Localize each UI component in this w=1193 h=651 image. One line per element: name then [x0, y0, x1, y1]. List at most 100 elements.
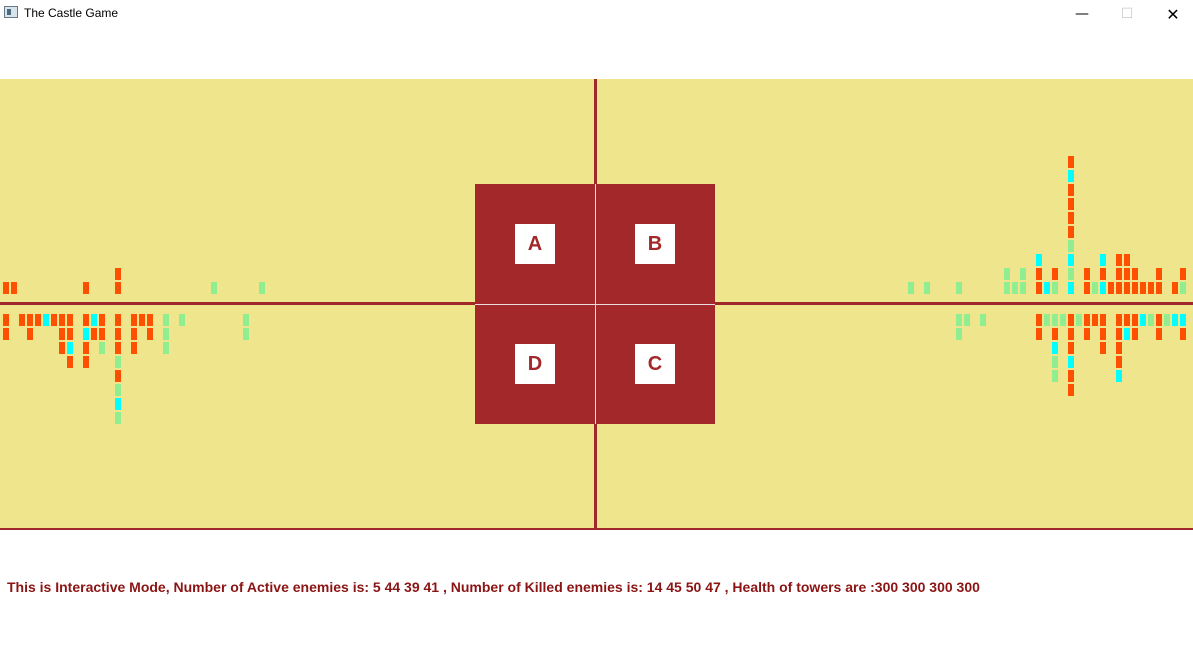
- enemy-unit: [1068, 356, 1074, 368]
- enemy-unit: [1172, 314, 1178, 326]
- enemy-unit: [1116, 314, 1122, 326]
- enemy-unit: [1084, 282, 1090, 294]
- enemy-unit: [1052, 282, 1058, 294]
- enemy-unit: [27, 314, 33, 326]
- enemy-unit: [99, 328, 105, 340]
- enemy-unit: [1148, 282, 1154, 294]
- enemy-unit: [956, 328, 962, 340]
- enemy-unit: [115, 412, 121, 424]
- enemy-unit: [1108, 282, 1114, 294]
- enemy-unit: [179, 314, 185, 326]
- enemy-unit: [1132, 282, 1138, 294]
- enemy-unit: [1124, 254, 1130, 266]
- enemy-unit: [131, 328, 137, 340]
- enemy-unit: [163, 342, 169, 354]
- enemy-unit: [1020, 282, 1026, 294]
- enemy-unit: [83, 314, 89, 326]
- enemy-unit: [1132, 268, 1138, 280]
- enemy-unit: [147, 328, 153, 340]
- enemy-unit: [1068, 156, 1074, 168]
- enemy-unit: [1068, 254, 1074, 266]
- enemy-unit: [67, 342, 73, 354]
- enemy-unit: [83, 282, 89, 294]
- enemy-unit: [1132, 314, 1138, 326]
- enemy-unit: [1068, 282, 1074, 294]
- close-icon: ✕: [1166, 4, 1180, 24]
- minimize-button[interactable]: —: [1059, 0, 1105, 28]
- enemy-unit: [1068, 240, 1074, 252]
- enemy-unit: [1116, 282, 1122, 294]
- enemy-unit: [1004, 268, 1010, 280]
- enemy-unit: [115, 398, 121, 410]
- enemy-unit: [1044, 314, 1050, 326]
- maximize-button[interactable]: ☐: [1104, 0, 1150, 28]
- status-message: This is Interactive Mode, Number of Acti…: [7, 579, 980, 595]
- enemy-unit: [1036, 282, 1042, 294]
- enemy-unit: [59, 328, 65, 340]
- enemy-unit: [1156, 282, 1162, 294]
- enemy-unit: [1020, 268, 1026, 280]
- enemy-unit: [1068, 370, 1074, 382]
- enemy-unit: [91, 314, 97, 326]
- enemy-unit: [67, 314, 73, 326]
- enemy-unit: [83, 328, 89, 340]
- enemy-unit: [1076, 314, 1082, 326]
- enemy-unit: [1036, 328, 1042, 340]
- enemy-unit: [59, 342, 65, 354]
- tower-b[interactable]: B: [635, 224, 675, 264]
- enemy-unit: [1100, 314, 1106, 326]
- enemy-unit: [1036, 254, 1042, 266]
- enemy-unit: [1156, 328, 1162, 340]
- enemy-unit: [243, 314, 249, 326]
- enemy-unit: [1052, 342, 1058, 354]
- enemy-unit: [1068, 170, 1074, 182]
- enemy-unit: [1124, 314, 1130, 326]
- enemy-unit: [1068, 314, 1074, 326]
- enemy-unit: [59, 314, 65, 326]
- enemy-unit: [1084, 268, 1090, 280]
- tower-a[interactable]: A: [515, 224, 555, 264]
- enemy-unit: [1116, 370, 1122, 382]
- enemy-unit: [3, 314, 9, 326]
- enemy-unit: [1140, 282, 1146, 294]
- enemy-unit: [964, 314, 970, 326]
- enemy-unit: [99, 342, 105, 354]
- enemy-unit: [1116, 328, 1122, 340]
- enemy-unit: [11, 282, 17, 294]
- enemy-unit: [1068, 268, 1074, 280]
- enemy-unit: [115, 268, 121, 280]
- enemy-unit: [956, 314, 962, 326]
- enemy-unit: [1044, 282, 1050, 294]
- enemy-unit: [1084, 314, 1090, 326]
- enemy-unit: [115, 370, 121, 382]
- enemy-unit: [131, 342, 137, 354]
- enemy-unit: [3, 328, 9, 340]
- enemy-unit: [1116, 254, 1122, 266]
- enemy-unit: [1140, 314, 1146, 326]
- maximize-icon: ☐: [1120, 6, 1134, 22]
- enemy-unit: [1068, 342, 1074, 354]
- enemy-unit: [115, 282, 121, 294]
- enemy-unit: [35, 314, 41, 326]
- castle: A B C D: [475, 184, 715, 424]
- enemy-unit: [211, 282, 217, 294]
- enemy-unit: [115, 314, 121, 326]
- enemy-unit: [1068, 184, 1074, 196]
- enemy-unit: [1052, 370, 1058, 382]
- enemy-unit: [27, 328, 33, 340]
- enemy-unit: [1092, 314, 1098, 326]
- enemy-unit: [1092, 282, 1098, 294]
- title-bar: The Castle Game — ☐ ✕: [0, 0, 1193, 28]
- enemy-unit: [1100, 328, 1106, 340]
- close-button[interactable]: ✕: [1150, 0, 1193, 28]
- tower-d[interactable]: D: [515, 344, 555, 384]
- enemy-unit: [1068, 226, 1074, 238]
- enemy-unit: [924, 282, 930, 294]
- enemy-unit: [1156, 268, 1162, 280]
- tower-c[interactable]: C: [635, 344, 675, 384]
- enemy-unit: [147, 314, 153, 326]
- enemy-unit: [1100, 282, 1106, 294]
- enemy-unit: [115, 328, 121, 340]
- enemy-unit: [1124, 268, 1130, 280]
- window-title: The Castle Game: [24, 6, 119, 20]
